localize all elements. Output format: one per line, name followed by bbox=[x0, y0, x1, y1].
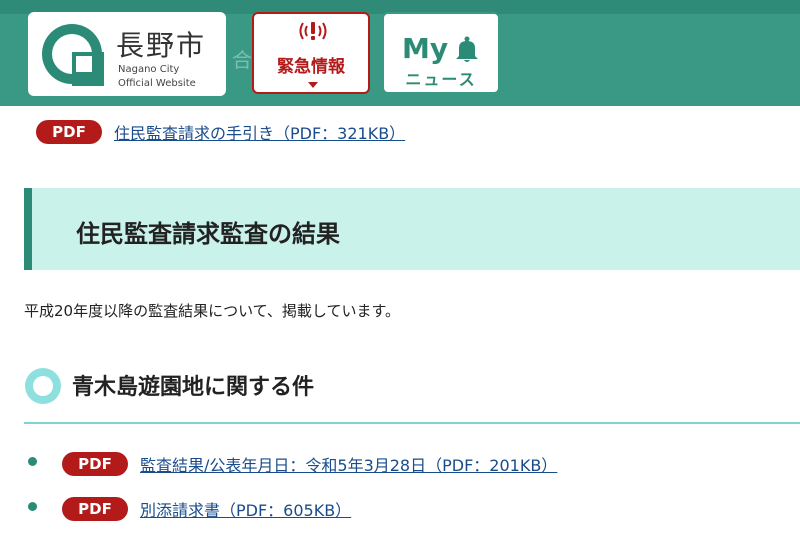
bell-icon bbox=[456, 36, 478, 62]
nagano-city-emblem-icon bbox=[42, 24, 104, 86]
alert-broadcast-icon bbox=[299, 22, 327, 40]
my-news-button[interactable]: My ニュース bbox=[382, 12, 500, 94]
intro-text: 平成20年度以降の監査結果について、掲載しています。 bbox=[24, 302, 400, 320]
subsection-divider bbox=[24, 422, 800, 424]
pdf-badge: PDF bbox=[62, 452, 128, 476]
list-item: PDF 監査結果/公表年月日：令和5年3月28日（PDF：201KB） bbox=[62, 452, 557, 476]
top-pdf-row: PDF 住民監査請求の手引き（PDF：321KB） bbox=[36, 120, 405, 144]
emergency-info-button[interactable]: 緊急情報 bbox=[252, 12, 370, 94]
my-label: My bbox=[402, 32, 449, 65]
bullet-icon bbox=[28, 502, 37, 511]
emergency-info-label: 緊急情報 bbox=[277, 57, 345, 77]
circle-ring-icon bbox=[25, 368, 61, 404]
audit-result-pdf-link[interactable]: 監査結果/公表年月日：令和5年3月28日（PDF：201KB） bbox=[140, 452, 557, 476]
pdf-badge: PDF bbox=[36, 120, 102, 144]
guide-pdf-link[interactable]: 住民監査請求の手引き（PDF：321KB） bbox=[114, 120, 405, 144]
bullet-icon bbox=[28, 457, 37, 466]
site-logo-link[interactable]: 長野市 Nagano City Official Website bbox=[28, 12, 226, 96]
list-item: PDF 別添請求書（PDF：605KB） bbox=[62, 497, 351, 521]
pdf-badge: PDF bbox=[62, 497, 128, 521]
site-header: 合 ぞ 長野市 Nagano City Official Website 緊急情… bbox=[0, 0, 800, 106]
section-heading-band: 住民監査請求監査の結果 bbox=[24, 188, 800, 270]
site-name: 長野市 bbox=[116, 29, 207, 62]
section-title: 住民監査請求監査の結果 bbox=[76, 220, 340, 248]
site-name-en: Nagano City bbox=[118, 64, 180, 75]
site-tagline: Official Website bbox=[118, 78, 196, 89]
caret-down-icon bbox=[308, 82, 318, 88]
request-document-pdf-link[interactable]: 別添請求書（PDF：605KB） bbox=[140, 497, 351, 521]
news-label: ニュース bbox=[405, 70, 477, 89]
subsection-title: 青木島遊園地に関する件 bbox=[72, 375, 315, 400]
